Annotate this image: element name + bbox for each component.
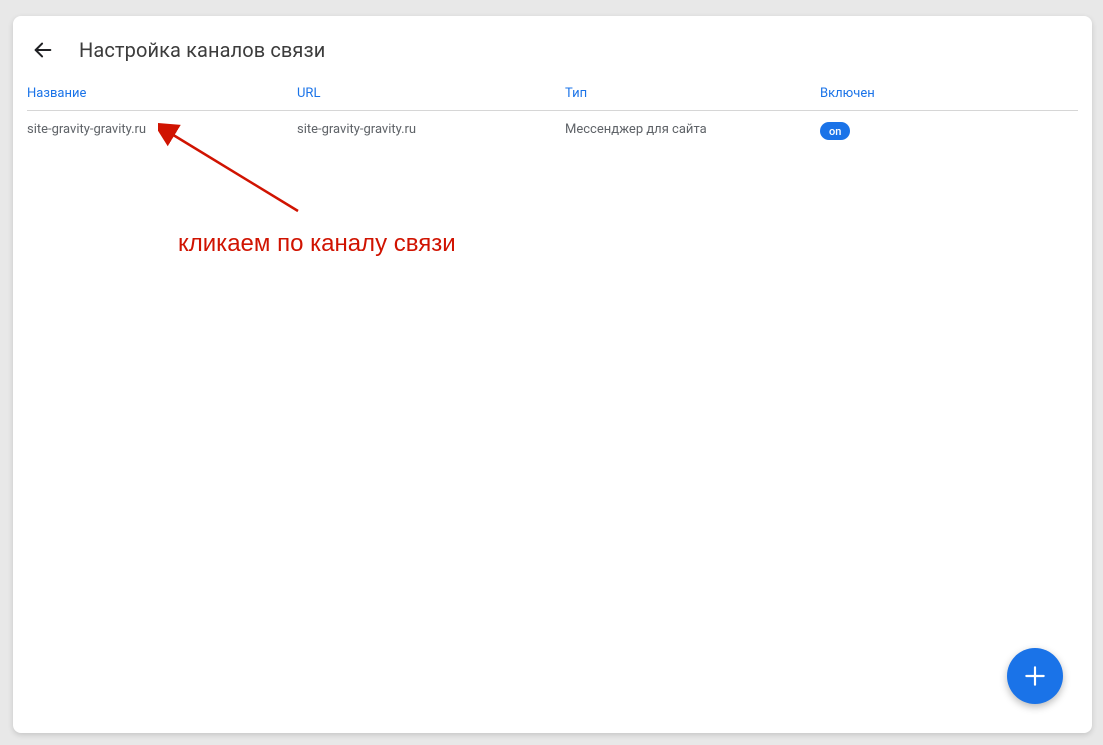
annotation-text: кликаем по каналу связи [178, 230, 456, 258]
table-header-type[interactable]: Тип [565, 86, 820, 101]
cell-enabled: on [820, 122, 1078, 140]
table-header-enabled[interactable]: Включен [820, 86, 1078, 101]
arrow-left-icon [32, 39, 54, 61]
table-header-url[interactable]: URL [297, 86, 565, 101]
plus-icon [1022, 663, 1048, 689]
cell-name: site-gravity-gravity.ru [27, 122, 297, 140]
add-channel-button[interactable] [1007, 648, 1063, 704]
table-header-name[interactable]: Название [27, 86, 297, 101]
channels-table: Название URL Тип Включен site-gravity-gr… [13, 86, 1092, 152]
cell-type: Мессенджер для сайта [565, 122, 820, 140]
page-title: Настройка каналов связи [79, 38, 325, 62]
table-header-row: Название URL Тип Включен [27, 86, 1078, 111]
back-button[interactable] [27, 34, 59, 66]
panel-header: Настройка каналов связи [13, 16, 1092, 86]
enabled-toggle[interactable]: on [820, 122, 850, 140]
cell-url: site-gravity-gravity.ru [297, 122, 565, 140]
table-row[interactable]: site-gravity-gravity.ru site-gravity-gra… [27, 111, 1078, 152]
settings-panel: Настройка каналов связи Название URL Тип… [13, 16, 1092, 733]
